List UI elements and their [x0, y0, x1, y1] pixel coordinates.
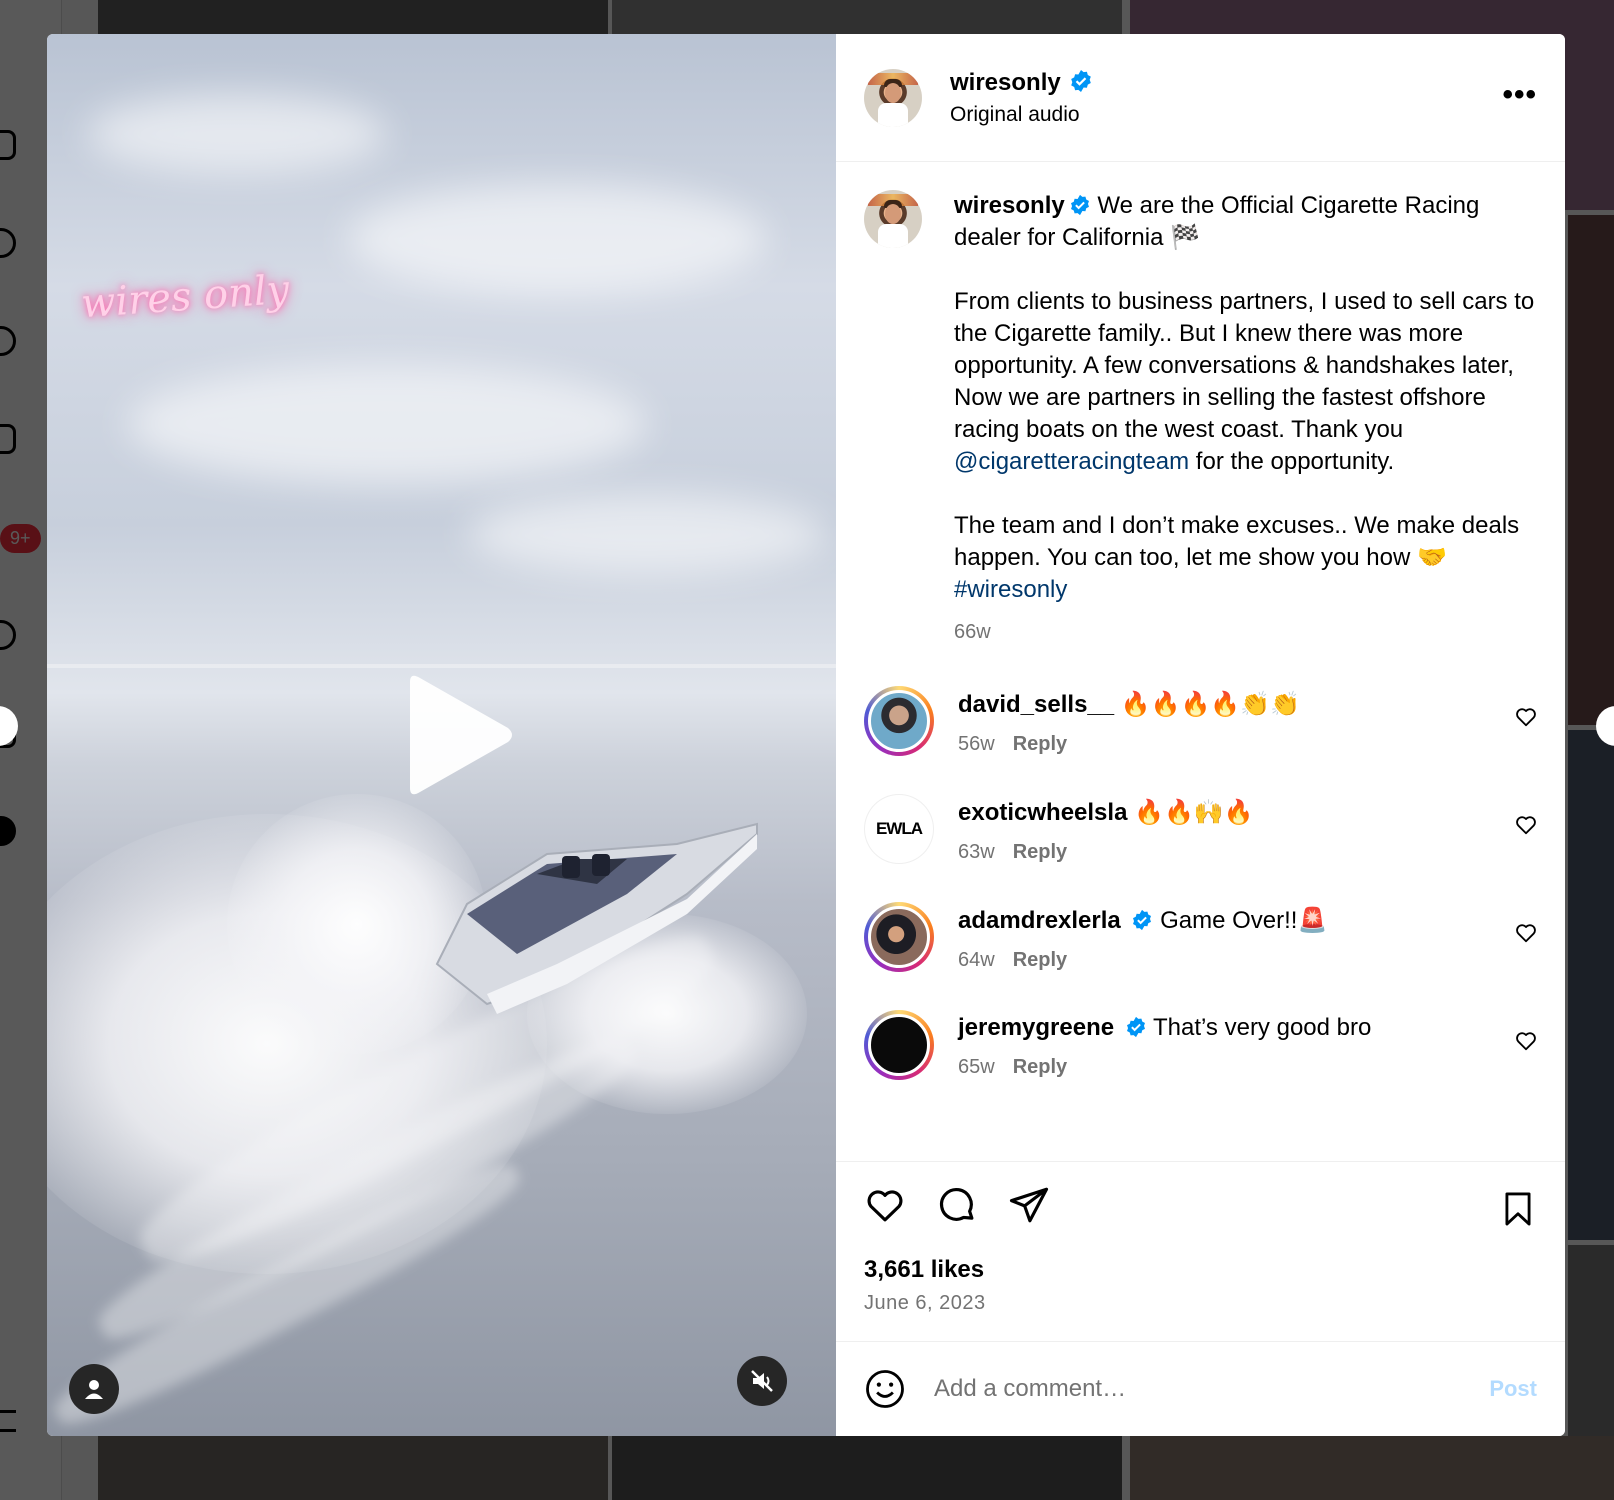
like-heart-icon[interactable] — [864, 1184, 906, 1226]
comment-input[interactable] — [934, 1375, 1490, 1403]
post-details-panel: wiresonly Original audio ••• wiresonly W… — [836, 34, 1565, 1436]
reply-button[interactable]: Reply — [1013, 1056, 1067, 1078]
reply-button[interactable]: Reply — [1013, 949, 1067, 971]
post-modal: wires only wiresonly Original audio ••• — [47, 34, 1565, 1436]
avatar[interactable] — [864, 68, 922, 127]
hashtag-link[interactable]: #wiresonly — [954, 576, 1067, 603]
comment-text: 🔥🔥🔥🔥👏👏 — [1120, 691, 1301, 718]
caption-paragraph: The team and I don’t make excuses.. We m… — [954, 512, 1526, 571]
horizon — [47, 664, 836, 668]
video-player[interactable]: wires only — [47, 34, 836, 1436]
cloud — [467, 494, 827, 574]
post-timestamp[interactable]: 66w — [954, 616, 1537, 648]
avatar-frame[interactable]: EWLA — [864, 794, 934, 864]
save-bookmark-icon[interactable] — [1499, 1188, 1537, 1230]
likes-count[interactable]: 3,661 likes — [864, 1256, 1537, 1284]
post-header: wiresonly Original audio ••• — [836, 34, 1565, 162]
avatar[interactable] — [868, 1014, 930, 1076]
comment-composer: Post — [836, 1341, 1565, 1436]
comment-time[interactable]: 65w — [958, 1056, 995, 1078]
like-comment-icon[interactable] — [1515, 1030, 1537, 1052]
comment-bubble-icon[interactable] — [936, 1184, 978, 1226]
play-icon[interactable] — [390, 670, 520, 800]
story-ring[interactable] — [864, 1010, 934, 1080]
comment-time[interactable]: 63w — [958, 841, 995, 863]
caption-paragraph: From clients to business partners, I use… — [954, 288, 1541, 443]
comment-time[interactable]: 56w — [958, 733, 995, 755]
avatar[interactable] — [868, 906, 930, 968]
cloud — [347, 184, 767, 294]
verified-badge-icon — [1071, 69, 1091, 92]
cloud — [127, 364, 647, 484]
avatar[interactable] — [864, 190, 922, 248]
like-comment-icon[interactable] — [1515, 922, 1537, 944]
comments-scroll-area[interactable]: wiresonly We are the Official Cigarette … — [836, 162, 1565, 1161]
comment-item: adamdrexlerla Game Over!!🚨 64w Reply — [864, 902, 1537, 972]
comment-item: david_sells__ 🔥🔥🔥🔥👏👏 56w Reply — [864, 686, 1537, 756]
comment-item: jeremygreene That’s very good bro 65w Rep… — [864, 1010, 1537, 1080]
more-options-icon[interactable]: ••• — [1502, 80, 1537, 110]
speedboat — [435, 822, 758, 1014]
caption-username[interactable]: wiresonly — [954, 192, 1065, 219]
comment-text: 🔥🔥🙌🔥 — [1134, 799, 1254, 826]
share-send-icon[interactable] — [1008, 1184, 1050, 1226]
mention-link[interactable]: @cigaretteracingteam — [954, 448, 1189, 475]
post-date: June 6, 2023 — [864, 1292, 986, 1314]
verified-badge-icon — [1133, 909, 1152, 931]
watermark-text: wires only — [79, 266, 291, 328]
verified-badge-icon — [1070, 194, 1089, 216]
caption-paragraph-end: for the opportunity. — [1189, 448, 1395, 475]
mute-icon[interactable] — [737, 1356, 787, 1406]
comment-username[interactable]: david_sells__ — [958, 691, 1114, 718]
emoji-icon[interactable] — [864, 1368, 906, 1410]
verified-badge-icon — [1126, 1016, 1145, 1038]
like-comment-icon[interactable] — [1515, 706, 1537, 728]
story-ring[interactable] — [864, 686, 934, 756]
comment-username[interactable]: adamdrexlerla — [958, 907, 1121, 934]
audio-label[interactable]: Original audio — [950, 103, 1093, 127]
post-comment-button[interactable]: Post — [1489, 1376, 1537, 1402]
comment-username[interactable]: jeremygreene — [958, 1014, 1114, 1041]
reply-button[interactable]: Reply — [1013, 841, 1067, 863]
tagged-user-icon[interactable] — [69, 1364, 119, 1414]
avatar[interactable]: EWLA — [865, 795, 933, 863]
header-username[interactable]: wiresonly — [950, 69, 1061, 96]
comment-text: That’s very good bro — [1153, 1014, 1372, 1041]
story-ring[interactable] — [864, 902, 934, 972]
comment-item: EWLA exoticwheelsla 🔥🔥🙌🔥 63w Reply — [864, 794, 1537, 864]
reply-button[interactable]: Reply — [1013, 733, 1067, 755]
post-actions: 3,661 likes June 6, 2023 — [836, 1161, 1565, 1341]
like-comment-icon[interactable] — [1515, 814, 1537, 836]
avatar[interactable] — [868, 690, 930, 752]
cloud — [87, 94, 387, 174]
caption: wiresonly We are the Official Cigarette … — [864, 190, 1537, 648]
comment-username[interactable]: exoticwheelsla — [958, 799, 1127, 826]
comment-text: Game Over!!🚨 — [1160, 907, 1328, 934]
comment-time[interactable]: 64w — [958, 949, 995, 971]
